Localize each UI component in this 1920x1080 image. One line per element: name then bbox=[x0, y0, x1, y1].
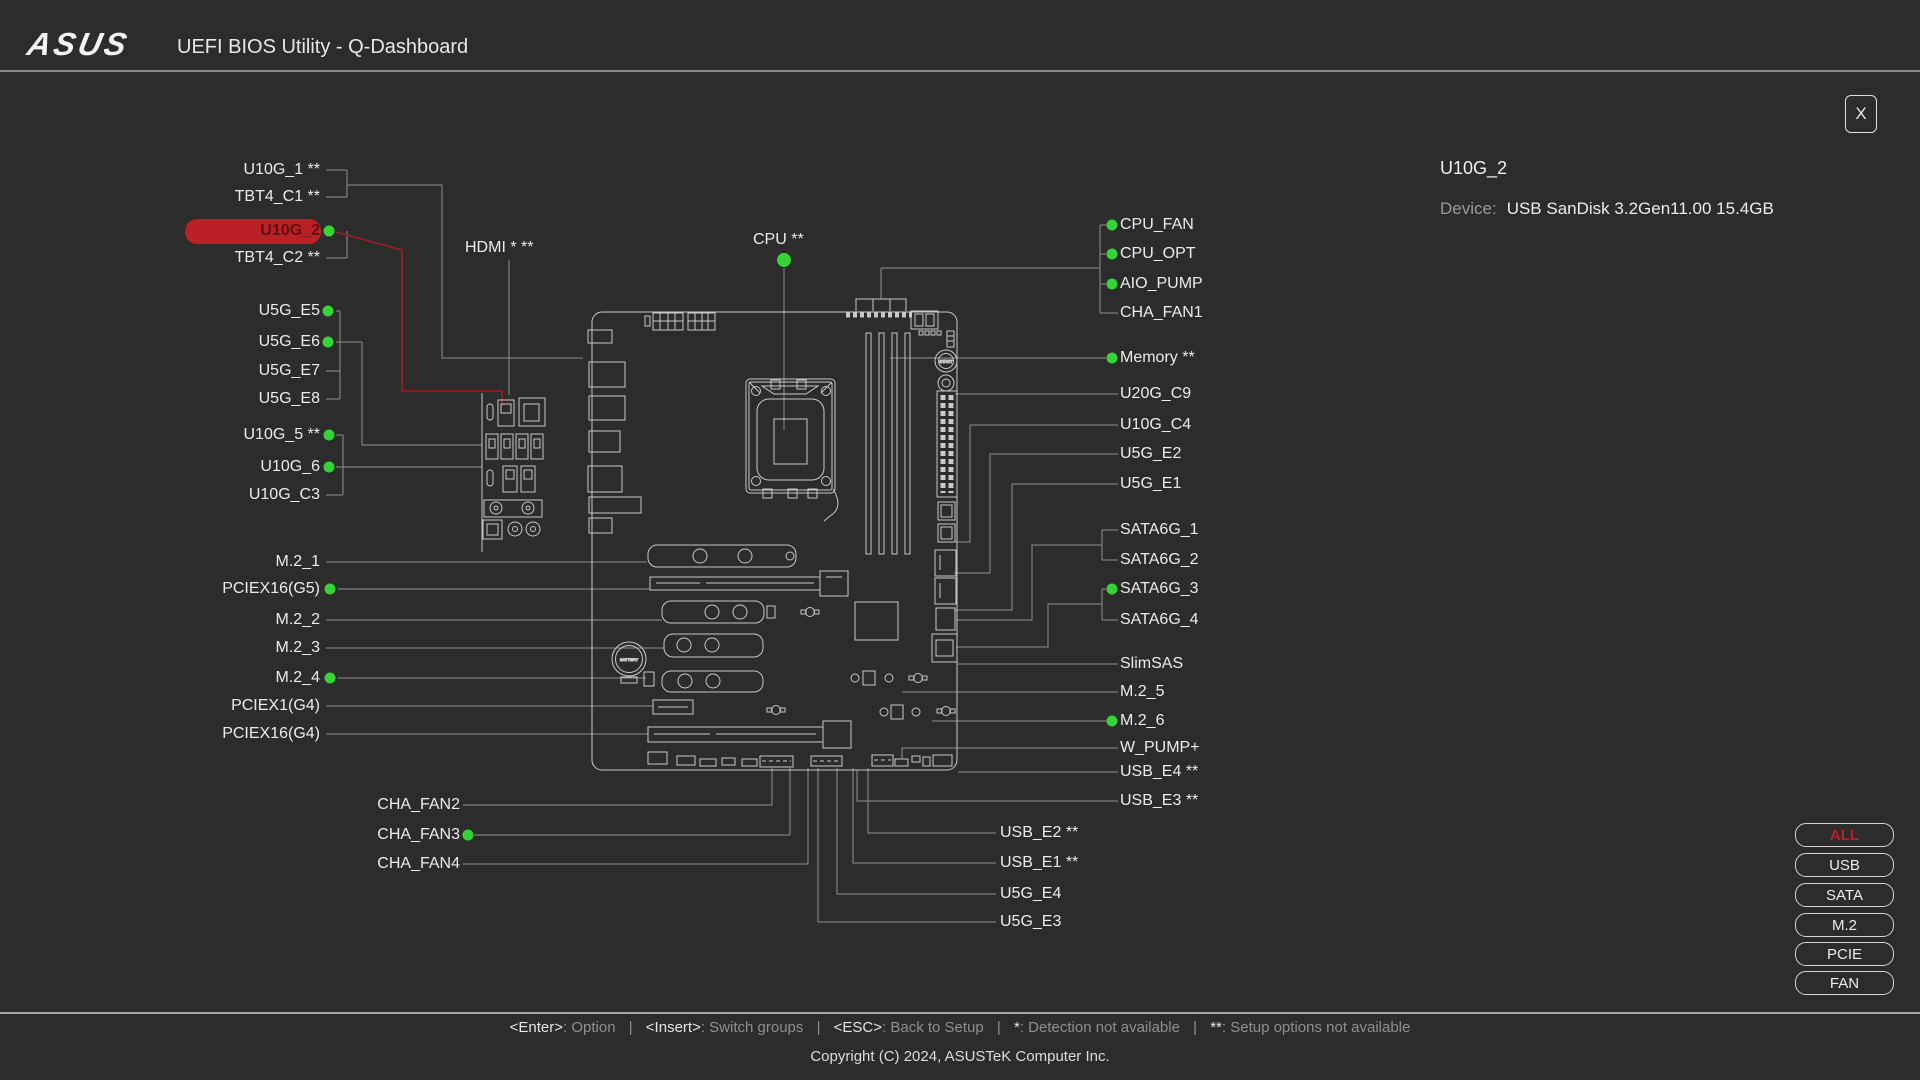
port-label-slimsas[interactable]: SlimSAS bbox=[1120, 653, 1183, 675]
port-label-u10g-c3[interactable]: U10G_C3 bbox=[249, 484, 320, 506]
port-label-m2-1[interactable]: M.2_1 bbox=[276, 551, 320, 573]
help-key-enter: <Enter> bbox=[510, 1019, 563, 1036]
port-label-usb-e4[interactable]: USB_E4 ** bbox=[1120, 761, 1198, 783]
filter-button-usb[interactable]: USB bbox=[1795, 853, 1894, 877]
chipset bbox=[855, 602, 898, 640]
start-button: START bbox=[935, 331, 957, 391]
key-help-bar: <Enter>: Option | <Insert>: Switch group… bbox=[0, 1019, 1920, 1036]
footer-divider bbox=[0, 1012, 1920, 1014]
port-label-u5g-e7[interactable]: U5G_E7 bbox=[259, 360, 320, 382]
help-separator: | bbox=[997, 1019, 1001, 1036]
help-key-esc: <ESC> bbox=[834, 1019, 882, 1036]
port-label-cpu-fan[interactable]: CPU_FAN bbox=[1120, 214, 1194, 236]
port-label-u10g-5[interactable]: U10G_5 ** bbox=[244, 424, 321, 446]
rear-io-bracket bbox=[482, 393, 545, 552]
port-label-m2-2[interactable]: M.2_2 bbox=[276, 609, 320, 631]
fan-headers bbox=[846, 299, 912, 315]
pcie-slots bbox=[648, 571, 851, 748]
svg-text:START: START bbox=[939, 359, 953, 364]
filter-button-all[interactable]: ALL bbox=[1795, 823, 1894, 847]
atx-24pin-connector bbox=[937, 391, 957, 497]
port-label-u5g-e8[interactable]: U5G_E8 bbox=[259, 388, 320, 410]
power-connectors bbox=[645, 313, 715, 330]
debug-display bbox=[911, 311, 941, 335]
port-label-tbt4-c2[interactable]: TBT4_C2 ** bbox=[235, 247, 320, 269]
filter-button-fan[interactable]: FAN bbox=[1795, 971, 1894, 995]
q-dashboard-screen: ASUS UEFI BIOS Utility - Q-Dashboard X U… bbox=[0, 0, 1920, 1080]
port-label-u10g-c4[interactable]: U10G_C4 bbox=[1120, 414, 1191, 436]
port-label-u5g-e2[interactable]: U5G_E2 bbox=[1120, 443, 1181, 465]
port-label-u5g-e1[interactable]: U5G_E1 bbox=[1120, 473, 1181, 495]
help-key-insert: <Insert> bbox=[646, 1019, 701, 1036]
port-label-u5g-e3[interactable]: U5G_E3 bbox=[1000, 911, 1061, 933]
ram-slots bbox=[866, 333, 910, 554]
bottom-headers bbox=[648, 752, 952, 767]
help-separator: | bbox=[1193, 1019, 1197, 1036]
m2-slots bbox=[644, 545, 796, 692]
board-left-edge-ports bbox=[588, 330, 641, 533]
port-label-m2-3[interactable]: M.2_3 bbox=[276, 637, 320, 659]
board-outline bbox=[592, 312, 957, 770]
port-label-pciex16-g5[interactable]: PCIEX16(G5) bbox=[222, 578, 320, 600]
port-label-u10g-2-selected[interactable]: U10G_2 bbox=[260, 220, 320, 242]
port-label-tbt4-c1[interactable]: TBT4_C1 ** bbox=[235, 186, 320, 208]
filter-button-pcie[interactable]: PCIE bbox=[1795, 942, 1894, 966]
svg-text:BATTERY: BATTERY bbox=[620, 657, 638, 662]
port-label-cha-fan3[interactable]: CHA_FAN3 bbox=[377, 824, 460, 846]
port-label-pciex1-g4[interactable]: PCIEX1(G4) bbox=[231, 695, 320, 717]
port-label-u10g-6[interactable]: U10G_6 bbox=[260, 456, 320, 478]
port-label-sata6g-3[interactable]: SATA6G_3 bbox=[1120, 578, 1199, 600]
port-label-sata6g-1[interactable]: SATA6G_1 bbox=[1120, 519, 1199, 541]
port-label-cha-fan4[interactable]: CHA_FAN4 bbox=[377, 853, 460, 875]
port-label-m2-6[interactable]: M.2_6 bbox=[1120, 710, 1164, 732]
help-key-double-asterisk: ** bbox=[1210, 1019, 1222, 1036]
filter-button-m2[interactable]: M.2 bbox=[1795, 913, 1894, 937]
port-label-usb-e2[interactable]: USB_E2 ** bbox=[1000, 822, 1078, 844]
copyright-text: Copyright (C) 2024, ASUSTeK Computer Inc… bbox=[0, 1048, 1920, 1065]
port-label-usb-e3[interactable]: USB_E3 ** bbox=[1120, 790, 1198, 812]
help-desc-esc: : Back to Setup bbox=[882, 1019, 984, 1036]
help-separator: | bbox=[817, 1019, 821, 1036]
port-label-cpu[interactable]: CPU ** bbox=[753, 229, 804, 251]
port-label-cha-fan1[interactable]: CHA_FAN1 bbox=[1120, 302, 1203, 324]
port-label-usb-e1[interactable]: USB_E1 ** bbox=[1000, 852, 1078, 874]
port-label-cha-fan2[interactable]: CHA_FAN2 bbox=[377, 794, 460, 816]
port-label-sata6g-2[interactable]: SATA6G_2 bbox=[1120, 549, 1199, 571]
help-desc-double-asterisk: : Setup options not available bbox=[1222, 1019, 1410, 1036]
right-edge-headers bbox=[932, 502, 957, 662]
cpu-socket bbox=[746, 379, 838, 521]
port-label-aio-pump[interactable]: AIO_PUMP bbox=[1120, 273, 1203, 295]
port-label-pciex16-g4[interactable]: PCIEX16(G4) bbox=[222, 723, 320, 745]
port-label-u20g-c9[interactable]: U20G_C9 bbox=[1120, 383, 1191, 405]
port-label-u5g-e6[interactable]: U5G_E6 bbox=[259, 331, 320, 353]
port-label-u10g-1[interactable]: U10G_1 ** bbox=[244, 159, 321, 181]
port-label-u5g-e5[interactable]: U5G_E5 bbox=[259, 300, 320, 322]
port-label-memory[interactable]: Memory ** bbox=[1120, 347, 1195, 369]
port-label-w-pump[interactable]: W_PUMP+ bbox=[1120, 737, 1200, 759]
help-desc-insert: : Switch groups bbox=[701, 1019, 804, 1036]
port-label-m2-4[interactable]: M.2_4 bbox=[276, 667, 320, 689]
help-desc-asterisk: : Detection not available bbox=[1020, 1019, 1180, 1036]
port-label-cpu-opt[interactable]: CPU_OPT bbox=[1120, 243, 1196, 265]
help-separator: | bbox=[629, 1019, 633, 1036]
help-desc-enter: : Option bbox=[563, 1019, 616, 1036]
port-label-hdmi[interactable]: HDMI * ** bbox=[465, 237, 533, 259]
port-label-m2-5[interactable]: M.2_5 bbox=[1120, 681, 1164, 703]
standoff-screws bbox=[767, 608, 955, 720]
port-label-u5g-e4[interactable]: U5G_E4 bbox=[1000, 883, 1061, 905]
port-label-sata6g-4[interactable]: SATA6G_4 bbox=[1120, 609, 1199, 631]
filter-button-sata[interactable]: SATA bbox=[1795, 883, 1894, 907]
